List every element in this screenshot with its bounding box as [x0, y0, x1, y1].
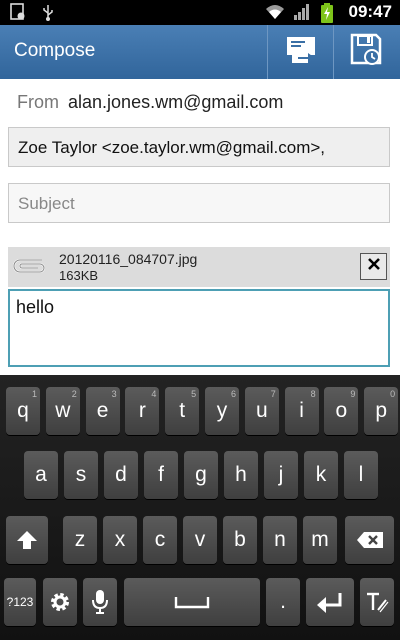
key-hint: 5: [191, 389, 197, 399]
key-v[interactable]: v: [183, 516, 217, 564]
key-label: w: [55, 399, 71, 422]
key-label: r: [138, 399, 146, 422]
key-hint: 6: [230, 389, 236, 399]
text-format-icon: [364, 590, 390, 613]
key-k[interactable]: k: [304, 451, 338, 499]
key-x[interactable]: x: [103, 516, 137, 564]
key-hint: 4: [151, 389, 157, 399]
key-hint: 0: [390, 389, 396, 399]
key-label: u: [255, 399, 268, 422]
from-address[interactable]: alan.jones.wm@gmail.com: [68, 92, 283, 112]
save-draft-icon: [350, 33, 384, 72]
attachment-row: 20120116_084707.jpg 163KB: [8, 247, 390, 287]
battery-charging-icon: [320, 3, 339, 23]
backspace-icon: [356, 528, 384, 551]
to-field[interactable]: Zoe Taylor <zoe.taylor.wm@gmail.com>,: [8, 127, 390, 167]
key-u[interactable]: 7u: [244, 387, 279, 435]
settings-key[interactable]: [43, 578, 77, 626]
key-label: t: [179, 399, 186, 422]
text-format-key[interactable]: [360, 578, 394, 626]
enter-key[interactable]: [306, 578, 354, 626]
key-n[interactable]: n: [263, 516, 297, 564]
key-hint: 3: [111, 389, 117, 399]
key-c[interactable]: c: [143, 516, 177, 564]
signal-icon: [293, 3, 311, 21]
symbols-key[interactable]: ?123: [4, 578, 36, 626]
key-d[interactable]: d: [104, 451, 138, 499]
page-title: Compose: [14, 40, 96, 61]
send-button[interactable]: [267, 25, 334, 79]
wifi-icon: [265, 3, 284, 21]
key-j[interactable]: j: [264, 451, 298, 499]
key-hint: 2: [71, 389, 77, 399]
key-w[interactable]: 2w: [45, 387, 80, 435]
key-label: o: [335, 399, 348, 422]
space-icon: [174, 590, 210, 613]
key-o[interactable]: 9o: [324, 387, 359, 435]
from-label: From: [17, 92, 59, 112]
save-draft-button[interactable]: [333, 25, 400, 79]
key-b[interactable]: b: [223, 516, 257, 564]
attachment-size: 163KB: [59, 268, 99, 283]
soft-keyboard: 1q2w3e4r5t6y7u8i9o0p asdfghjkl zxcvbnm ?…: [0, 375, 400, 640]
key-l[interactable]: l: [344, 451, 378, 499]
key-s[interactable]: s: [64, 451, 98, 499]
key-a[interactable]: a: [24, 451, 58, 499]
from-row: From alan.jones.wm@gmail.com: [17, 92, 283, 113]
usb-icon: [42, 3, 60, 21]
key-hint: 8: [310, 389, 316, 399]
gear-icon: [48, 590, 72, 613]
period-key[interactable]: .: [266, 578, 300, 626]
key-h[interactable]: h: [224, 451, 258, 499]
key-f[interactable]: f: [144, 451, 178, 499]
key-hint: 9: [350, 389, 356, 399]
close-icon: [367, 257, 381, 276]
key-label: i: [299, 399, 304, 422]
key-y[interactable]: 6y: [205, 387, 239, 435]
key-label: p: [375, 399, 388, 422]
key-r[interactable]: 4r: [125, 387, 160, 435]
key-t[interactable]: 5t: [165, 387, 200, 435]
message-body-input[interactable]: hello: [8, 289, 390, 367]
attachment-name: 20120116_084707.jpg: [59, 251, 198, 267]
space-key[interactable]: [124, 578, 260, 626]
clock: 09:47: [348, 2, 392, 21]
key-m[interactable]: m: [303, 516, 337, 564]
subject-field[interactable]: Subject: [8, 183, 390, 223]
key-i[interactable]: 8i: [284, 387, 319, 435]
status-bar: 09:47: [0, 0, 400, 25]
key-label: q: [17, 399, 29, 422]
screenshot-icon: [10, 3, 28, 21]
action-bar: Compose: [0, 25, 400, 79]
enter-icon: [316, 590, 344, 614]
voice-input-key[interactable]: [83, 578, 117, 626]
key-hint: 1: [31, 389, 37, 399]
key-q[interactable]: 1q: [6, 387, 40, 435]
send-icon: [284, 35, 318, 70]
backspace-key[interactable]: [345, 516, 394, 564]
key-p[interactable]: 0p: [364, 387, 399, 435]
key-g[interactable]: g: [184, 451, 218, 499]
key-hint: 7: [270, 389, 276, 399]
shift-icon: [16, 528, 38, 551]
key-label: y: [216, 399, 228, 422]
paperclip-icon: [12, 255, 48, 282]
key-e[interactable]: 3e: [85, 387, 120, 435]
key-z[interactable]: z: [63, 516, 97, 564]
key-label: e: [96, 399, 109, 422]
microphone-icon: [91, 590, 109, 615]
shift-key[interactable]: [6, 516, 48, 564]
remove-attachment-button[interactable]: [360, 253, 387, 280]
